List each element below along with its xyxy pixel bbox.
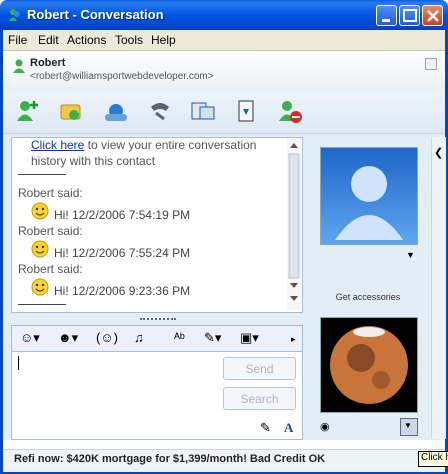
close-icon [427, 10, 439, 22]
send-files-icon[interactable] [57, 97, 85, 125]
menu-tools[interactable]: Tools [115, 33, 143, 47]
collapse-side-icon[interactable]: ❮ [434, 146, 443, 159]
menu-edit[interactable]: Edit [38, 33, 59, 47]
ad-text[interactable]: Refi now: $420K mortgage for $1,399/mont… [14, 453, 325, 465]
message-sender: Robert said: [18, 186, 83, 200]
type-text-icon[interactable]: A [284, 420, 293, 436]
nudge-icon[interactable]: (☺) [96, 330, 118, 345]
wink-icon[interactable]: ☻▾ [58, 330, 78, 346]
start-call-icon[interactable] [102, 97, 130, 125]
window-title: Robert - Conversation [27, 7, 164, 22]
pane-splitter[interactable] [140, 318, 176, 323]
more-icon[interactable]: ▸ [291, 334, 296, 345]
get-accessories-link[interactable]: Get accessories [309, 292, 427, 302]
emoticon-toolbar [11, 325, 303, 352]
divider [18, 174, 66, 175]
block-contact-icon[interactable] [276, 97, 304, 125]
background-icon[interactable]: ▣▾ [240, 330, 259, 346]
default-user-icon [335, 166, 403, 240]
search-button[interactable]: Search [223, 387, 296, 410]
online-buddy-icon [13, 59, 25, 73]
close-button[interactable] [422, 5, 443, 26]
divider [18, 304, 66, 305]
menu-bar: File Edit Actions Tools Help [3, 30, 445, 51]
message-text: Hi! 12/2/2006 9:23:36 PM [54, 284, 191, 298]
contact-avatar[interactable] [320, 147, 418, 245]
smiley-icon [31, 240, 49, 258]
message-sender: Robert said: [18, 262, 83, 276]
voice-clip-icon[interactable]: ♫ [134, 330, 144, 345]
handwriting-icon[interactable]: ✎ [260, 420, 271, 436]
smiley-icon [31, 202, 49, 220]
menu-actions[interactable]: Actions [67, 33, 106, 47]
minimize-icon [382, 19, 390, 22]
message-text: Hi! 12/2/2006 7:54:19 PM [54, 208, 191, 222]
contact-name: Robert [30, 57, 66, 69]
title-bar: Robert - Conversation [0, 0, 448, 30]
smiley-icon [31, 278, 49, 296]
history-text-1: to view your entire conversation [87, 138, 257, 152]
message-sender: Robert said: [18, 224, 83, 238]
scrollbar-arrows [288, 143, 300, 301]
mars-picture [330, 326, 408, 404]
emoticon-icon[interactable]: ☺▾ [20, 330, 40, 346]
contact-email: <robert@williamsportwebdeveloper.com> [30, 71, 214, 82]
history-line-1: Click here to view your entire conversat… [31, 138, 256, 152]
maximize-icon [403, 9, 417, 22]
tooltip: Click h [418, 451, 448, 467]
color-icon[interactable]: ✎▾ [204, 330, 221, 346]
webcam-icon[interactable]: ◉ [320, 420, 330, 433]
text-caret [18, 356, 19, 370]
games-icon[interactable] [233, 97, 261, 125]
call-phone-icon[interactable] [146, 97, 174, 125]
send-button[interactable]: Send [223, 357, 296, 380]
conversation-scrollbar[interactable] [287, 138, 301, 310]
invite-contact-icon[interactable] [14, 97, 42, 125]
avatar-options-icon[interactable]: ▼ [406, 250, 415, 260]
my-avatar[interactable] [320, 317, 418, 413]
history-link[interactable]: Click here [31, 138, 84, 152]
maximize-button[interactable] [399, 5, 420, 26]
collapse-header-button[interactable] [425, 58, 437, 70]
menu-help[interactable]: Help [151, 33, 176, 47]
chevron-down-icon: ▼ [404, 421, 412, 430]
history-text-2: history with this contact [31, 154, 156, 168]
message-text: Hi! 12/2/2006 7:55:24 PM [54, 246, 191, 260]
font-icon[interactable]: ᴬᵇ [174, 330, 185, 345]
side-panel-tab[interactable] [431, 137, 446, 439]
menu-file[interactable]: File [8, 33, 27, 47]
minimize-button[interactable] [376, 5, 397, 26]
activities-icon[interactable] [189, 97, 217, 125]
messenger-icon [9, 9, 20, 21]
